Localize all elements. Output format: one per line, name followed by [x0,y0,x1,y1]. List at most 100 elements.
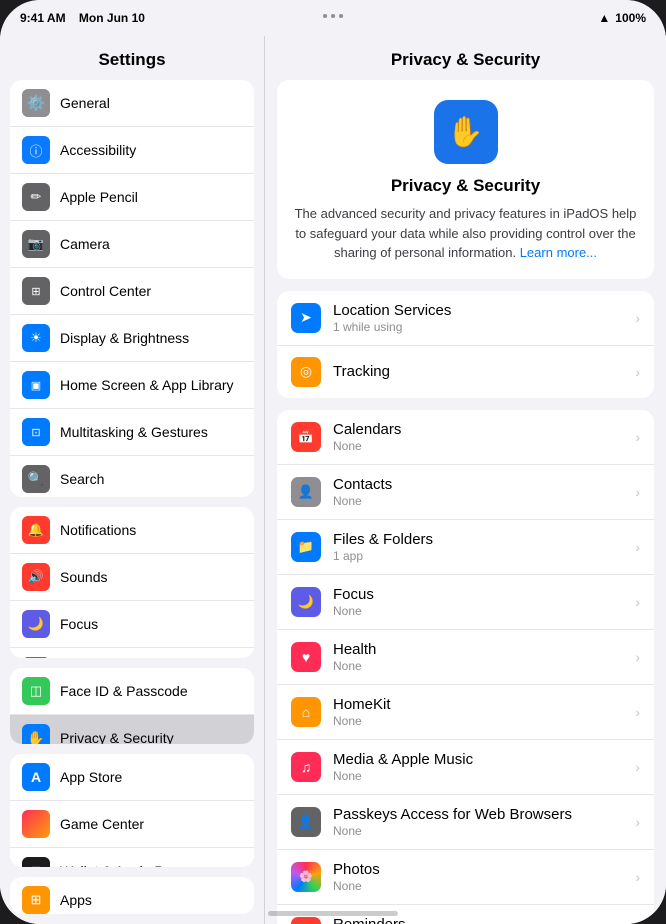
photos-subtitle: None [333,879,635,893]
sidebar-item-control-center[interactable]: ⊞ Control Center [10,268,254,315]
control-center-icon: ⊞ [22,277,50,305]
row-passkeys[interactable]: 👤 Passkeys Access for Web Browsers None … [277,795,654,850]
sidebar-item-privacy[interactable]: ✋ Privacy & Security [10,715,254,743]
home-screen-icon: ▣ [22,371,50,399]
wifi-icon: ▲ [598,11,610,25]
sidebar-item-camera[interactable]: 📷 Camera [10,221,254,268]
row-focus[interactable]: 🌙 Focus None › [277,575,654,630]
photos-title: Photos [333,861,635,878]
sidebar-group-4: A App Store Game Center ▣ Wallet & Apple… [10,754,254,867]
privacy-header-icon: ✋ [434,100,498,164]
passkeys-icon: 👤 [291,807,321,837]
tracking-chevron: › [635,364,640,380]
face-id-icon: ◫ [22,677,50,705]
photos-content: Photos None [333,861,635,893]
sidebar-label-wallet: Wallet & Apple Pay [60,863,179,867]
sidebar-item-wallet[interactable]: ▣ Wallet & Apple Pay [10,848,254,867]
top-settings-group: ➤ Location Services 1 while using › ◎ Tr… [277,291,654,398]
sidebar-item-sounds[interactable]: 🔊 Sounds [10,554,254,601]
health-icon: ♥ [291,642,321,672]
row-calendars[interactable]: 📅 Calendars None › [277,410,654,465]
privacy-hand-icon: ✋ [447,115,484,150]
sidebar-item-focus[interactable]: 🌙 Focus [10,601,254,648]
sidebar-item-app-store[interactable]: A App Store [10,754,254,801]
row-health[interactable]: ♥ Health None › [277,630,654,685]
row-photos[interactable]: 🌸 Photos None › [277,850,654,905]
sidebar-item-notifications[interactable]: 🔔 Notifications [10,507,254,554]
sidebar-item-home-screen[interactable]: ▣ Home Screen & App Library [10,362,254,409]
focus-title: Focus [333,586,635,603]
row-location-services[interactable]: ➤ Location Services 1 while using › [277,291,654,346]
passkeys-content: Passkeys Access for Web Browsers None [333,806,635,838]
status-bar: 9:41 AM Mon Jun 10 ▲ 100% [0,0,666,36]
privacy-card-title: Privacy & Security [293,176,638,196]
row-contacts[interactable]: 👤 Contacts None › [277,465,654,520]
calendars-icon: 📅 [291,422,321,452]
battery-indicator: 100% [615,11,646,25]
sidebar-item-multitasking[interactable]: ⊡ Multitasking & Gestures [10,409,254,456]
homekit-title: HomeKit [333,696,635,713]
sidebar-item-face-id[interactable]: ◫ Face ID & Passcode [10,668,254,715]
tracking-icon: ◎ [291,357,321,387]
contacts-content: Contacts None [333,476,635,508]
sidebar-item-apps[interactable]: ⊞ Apps [10,877,254,914]
row-files-folders[interactable]: 📁 Files & Folders 1 app › [277,520,654,575]
location-services-chevron: › [635,310,640,326]
status-indicators: ▲ 100% [598,11,646,25]
sidebar-label-control-center: Control Center [60,283,151,299]
sidebar-item-screen-time[interactable]: X Screen Time [10,648,254,658]
sidebar-label-accessibility: Accessibility [60,142,136,158]
reminders-title: Reminders [333,916,635,924]
media-music-subtitle: None [333,769,635,783]
passkeys-chevron: › [635,814,640,830]
right-panel: Privacy & Security ✋ Privacy & Security … [265,36,666,924]
row-homekit[interactable]: ⌂ HomeKit None › [277,685,654,740]
sidebar-label-sounds: Sounds [60,569,107,585]
wallet-icon: ▣ [22,857,50,867]
sidebar-label-search: Search [60,471,104,487]
contacts-chevron: › [635,484,640,500]
focus-chevron: › [635,594,640,610]
location-services-subtitle: 1 while using [333,320,635,334]
sidebar-item-apple-pencil[interactable]: ✏ Apple Pencil [10,174,254,221]
learn-more-link[interactable]: Learn more... [520,245,597,260]
sidebar-group-1: ⚙️ General ⓘ Accessibility ✏ Apple Penci… [10,80,254,497]
panel-title: Privacy & Security [277,36,654,80]
sidebar-item-search[interactable]: 🔍 Search [10,456,254,497]
accessibility-icon: ⓘ [22,136,50,164]
home-indicator [268,911,398,916]
media-music-content: Media & Apple Music None [333,751,635,783]
status-date: Mon Jun 10 [79,11,145,25]
sidebar-label-app-store: App Store [60,769,122,785]
contacts-title: Contacts [333,476,635,493]
top-dots [323,14,343,18]
media-music-icon: ♫ [291,752,321,782]
row-tracking[interactable]: ◎ Tracking › [277,346,654,398]
learn-more-label: Learn more... [520,245,597,260]
calendars-content: Calendars None [333,421,635,453]
homekit-subtitle: None [333,714,635,728]
photos-chevron: › [635,869,640,885]
reminders-content: Reminders None [333,916,635,924]
passkeys-subtitle: None [333,824,635,838]
sidebar-item-display[interactable]: ☀ Display & Brightness [10,315,254,362]
sidebar-item-general[interactable]: ⚙️ General [10,80,254,127]
sidebar: Settings ⚙️ General ⓘ Accessibility ✏ Ap… [0,36,265,924]
sidebar-label-camera: Camera [60,236,110,252]
files-folders-title: Files & Folders [333,531,635,548]
sidebar-label-privacy: Privacy & Security [60,730,174,743]
focus-privacy-icon: 🌙 [291,587,321,617]
sidebar-item-accessibility[interactable]: ⓘ Accessibility [10,127,254,174]
sidebar-group-2: 🔔 Notifications 🔊 Sounds 🌙 Focus X Scree… [10,507,254,658]
homekit-icon: ⌂ [291,697,321,727]
main-layout: Settings ⚙️ General ⓘ Accessibility ✏ Ap… [0,36,666,924]
privacy-card-desc: The advanced security and privacy featur… [293,204,638,263]
search-icon: 🔍 [22,465,50,493]
row-media-music[interactable]: ♫ Media & Apple Music None › [277,740,654,795]
sidebar-label-multitasking: Multitasking & Gestures [60,424,208,440]
sidebar-item-game-center[interactable]: Game Center [10,801,254,848]
sidebar-label-home-screen: Home Screen & App Library [60,377,234,393]
health-subtitle: None [333,659,635,673]
display-icon: ☀ [22,324,50,352]
files-folders-icon: 📁 [291,532,321,562]
